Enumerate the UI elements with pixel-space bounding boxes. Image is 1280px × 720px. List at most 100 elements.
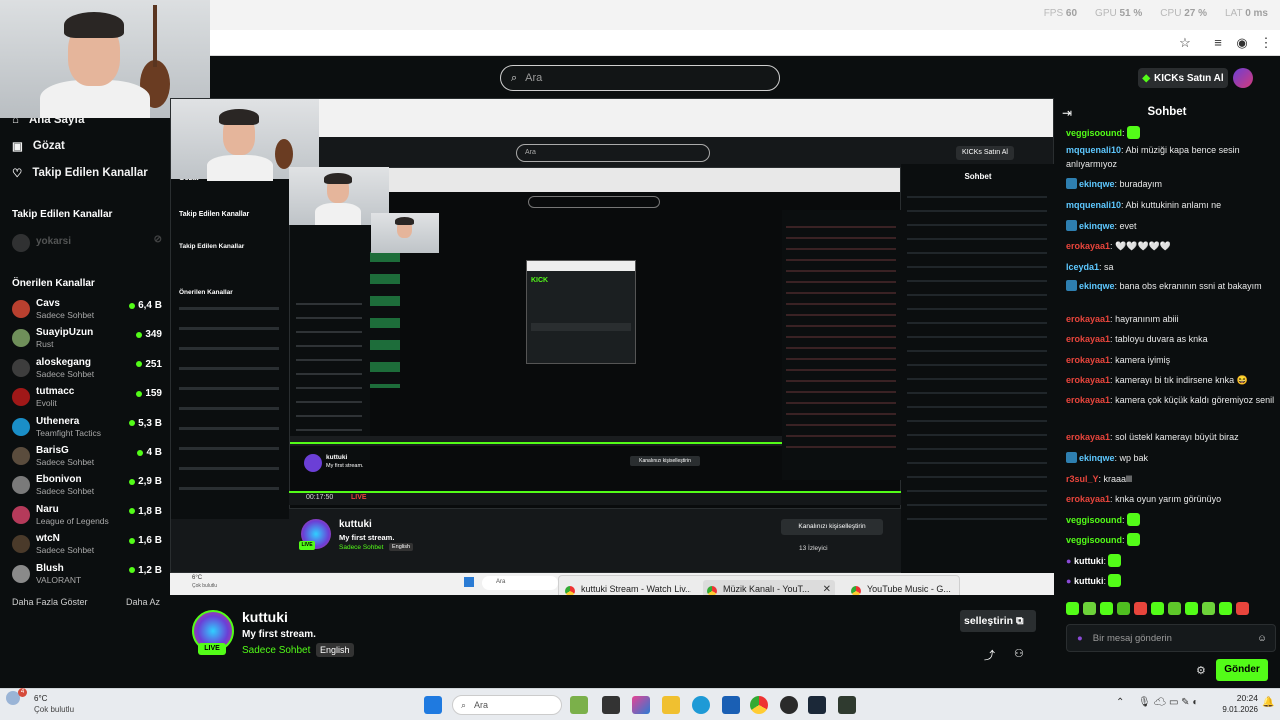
stream-category[interactable]: Sadece Sohbet [242,645,310,656]
recommended-channel[interactable]: BarisG Sadece Sohbet 4 B [12,445,162,473]
chat-username[interactable]: veggisoound [1066,128,1122,138]
emote-icon[interactable] [1100,602,1113,615]
customize-button[interactable]: selleştirin ⧉ [960,610,1036,632]
recommended-channel[interactable]: wtcN Sadece Sohbet 1,6 B [12,533,162,561]
emote-icon[interactable] [1083,602,1096,615]
chevron-up-icon[interactable]: ⌃ [1116,697,1124,708]
overlay-search[interactable]: Ara [482,576,558,590]
chat-username[interactable]: ekinqwe [1079,221,1115,231]
emote-icon[interactable] [1219,602,1232,615]
emote-icon[interactable] [1168,602,1181,615]
emote-icon[interactable] [1185,602,1198,615]
channel-name[interactable]: kuttuki [242,609,288,625]
recommended-channel[interactable]: tutmacc Evolit 159 [12,386,162,414]
channel-name: Naru [36,503,59,515]
chat-username[interactable]: erokayaa1 [1066,314,1110,324]
chat-username[interactable]: ekinqwe [1079,453,1115,463]
followed-channel[interactable]: yokarsi ⊘ [12,232,162,260]
chat-username[interactable]: erokayaa1 [1066,494,1110,504]
clock-date[interactable]: 9.01.2026 [1212,705,1258,714]
star-icon[interactable]: ☆ [1177,35,1193,51]
recommended-channel[interactable]: aloskegang Sadece Sohbet 251 [12,357,162,385]
chat-username[interactable]: lceyda1 [1066,262,1099,272]
recommended-channel[interactable]: Naru League of Legends 1,8 B [12,504,162,532]
windows-start-icon[interactable] [424,696,442,714]
app-icon[interactable] [838,696,856,714]
nav-following[interactable]: ♡ Takip Edilen Kanallar [12,166,148,180]
store-icon[interactable] [722,696,740,714]
steam-icon[interactable] [808,696,826,714]
tray-icons[interactable]: 🎙 ☁ ▭ ✎ ◐ [1138,697,1198,708]
clock-time[interactable]: 20:24 [1230,693,1258,703]
taskbar-search[interactable]: ⌕ Ara [452,695,562,715]
nested-recommended-title: Önerilen Kanallar [179,289,233,296]
stream-info: LIVE kuttuki My first stream. Sadece Soh… [170,595,1054,688]
chat-username[interactable]: veggisoound [1066,515,1122,525]
chat-username[interactable]: erokayaa1 [1066,375,1110,385]
playlist-icon[interactable]: ≡ [1210,35,1226,51]
menu-icon[interactable]: ⋮ [1258,35,1274,51]
chat-username[interactable]: erokayaa1 [1066,395,1110,405]
widget-icon[interactable] [570,696,588,714]
settings-icon[interactable]: ⚙ [1196,664,1206,677]
chat-username[interactable]: ekinqwe [1079,281,1115,291]
chat-username[interactable]: erokayaa1 [1066,241,1110,251]
notification-icon[interactable]: 🔔 [1262,697,1274,708]
chat-username[interactable]: mqquenali10 [1066,200,1121,210]
viewer-count-value: 4 B [146,447,162,458]
recommended-channel[interactable]: Cavs Sadece Sohbet 6,4 B [12,298,162,326]
chat-username[interactable]: veggisoound [1066,535,1122,545]
buy-kicks-button[interactable]: ◆ KICKs Satın Al [1138,68,1228,88]
chat-message: erokayaa1: kamera çok küçük kaldı göremi… [1066,395,1275,405]
nested-buy-kicks: KICKs Satın Al [956,146,1014,160]
channel-category: Evolit [36,398,57,409]
chat-username[interactable]: erokayaa1 [1066,334,1110,344]
close-icon[interactable]: ✕ [823,584,831,595]
chat-username[interactable]: mqquenali10 [1066,145,1121,155]
recommended-channel[interactable]: SuayipUzun Rust 349 [12,327,162,355]
channel-category: Sadece Sohbet [36,486,95,497]
recommended-channel[interactable]: Ebonivon Sadece Sohbet 2,9 B [12,474,162,502]
emote-icon[interactable] [1117,602,1130,615]
edge-icon[interactable] [692,696,710,714]
emote-icon[interactable] [1236,602,1249,615]
chat-username[interactable]: r3sul_Y [1066,474,1099,484]
emote-icon[interactable] [1066,602,1079,615]
emoji-icon[interactable]: ☺ [1257,633,1267,644]
show-more-link[interactable]: Daha Fazla Göster [12,597,88,607]
user-avatar[interactable] [1233,68,1253,88]
mic-icon[interactable]: ● [1077,633,1083,644]
user-add-icon[interactable]: ⚇ [1014,647,1024,660]
share-icon[interactable]: ⤴ [984,647,995,663]
chat-message: ekinqwe: buradayım [1066,177,1276,191]
chrome-icon[interactable] [750,696,768,714]
task-view-icon[interactable] [602,696,620,714]
file-explorer-icon[interactable] [662,696,680,714]
recommended-channel[interactable]: Uthenera Teamfight Tactics 5,3 B [12,416,162,444]
chat-message: ekinqwe: bana obs ekranının ssni at baka… [1066,279,1276,293]
search-input[interactable]: ⌕ Ara [500,65,780,91]
center-customize-button[interactable]: Kanalınızı kişiselleştirin [781,519,883,535]
show-less-link[interactable]: Daha Az [126,597,160,607]
chat-username[interactable]: kuttuki [1074,576,1104,586]
nav-browse[interactable]: ▣ Gözat [12,139,65,153]
obs-icon[interactable] [780,696,798,714]
chat-username[interactable]: erokayaa1 [1066,432,1110,442]
emote-icon[interactable] [1202,602,1215,615]
profile-icon[interactable]: ◉ [1234,35,1250,51]
center-category[interactable]: Sadece Sohbet [339,544,383,551]
send-button[interactable]: Gönder [1216,659,1268,681]
viewer-count: 6,4 B [129,300,162,311]
chat-username[interactable]: kuttuki [1074,556,1104,566]
emote-icon[interactable] [1151,602,1164,615]
channel-category: Sadece Sohbet [36,368,95,379]
recommended-channel[interactable]: Blush VALORANT 1,2 B [12,563,162,591]
chat-input[interactable]: ● Bir mesaj gönderin ☺ [1066,624,1276,652]
thumbnail-title: YouTube Music - G... [867,584,951,594]
chat-username[interactable]: erokayaa1 [1066,355,1110,365]
copilot-icon[interactable] [632,696,650,714]
start-icon[interactable] [464,577,474,587]
channel-name: Blush [36,562,64,574]
chat-username[interactable]: ekinqwe [1079,179,1115,189]
emote-icon[interactable] [1134,602,1147,615]
